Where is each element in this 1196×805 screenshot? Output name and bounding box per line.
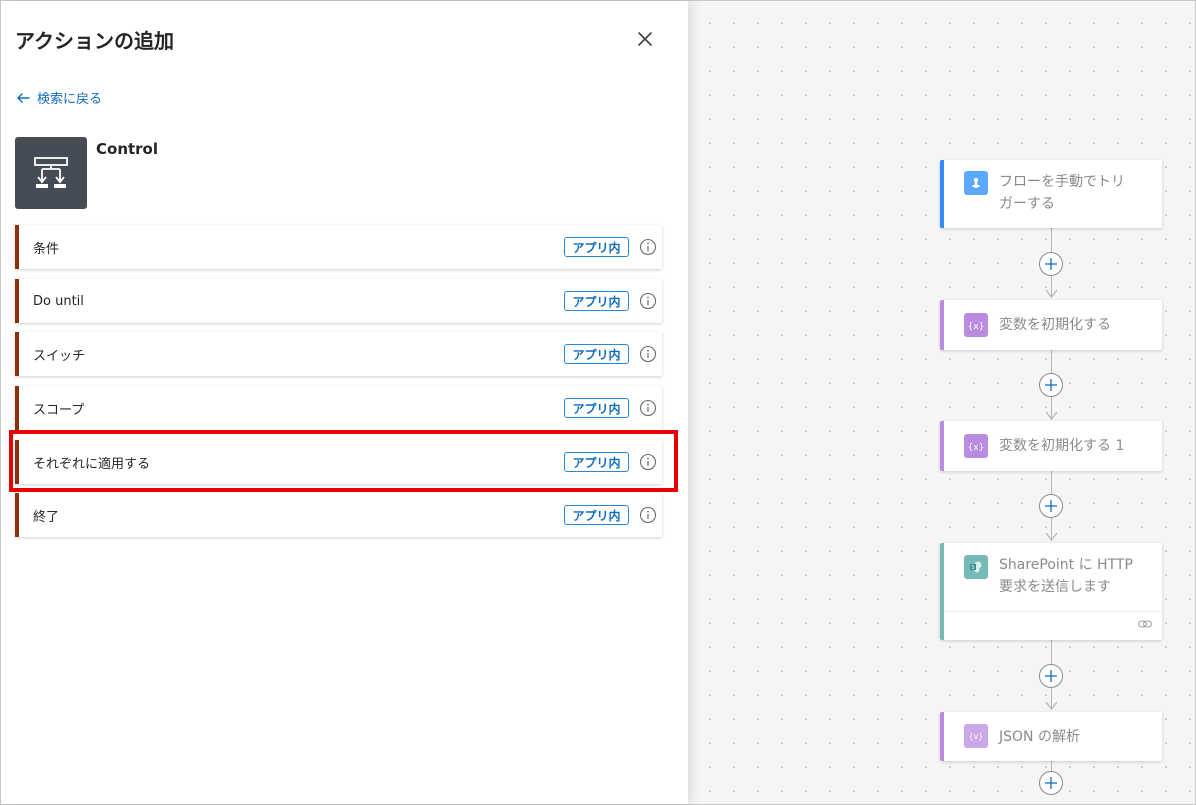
arrow-down-icon: [1045, 411, 1058, 420]
back-to-search-link[interactable]: 検索に戻る: [15, 88, 102, 107]
info-icon[interactable]: [639, 292, 657, 310]
card-divider: [944, 611, 1162, 612]
in-app-badge: アプリ内: [564, 344, 629, 364]
in-app-badge: アプリ内: [564, 452, 629, 472]
card-accent-bar: [940, 712, 944, 761]
in-app-badge: アプリ内: [564, 291, 629, 311]
in-app-badge: アプリ内: [564, 398, 629, 418]
action-label: 条件: [33, 241, 60, 257]
plus-icon: [1045, 777, 1057, 789]
info-icon[interactable]: [639, 238, 657, 256]
manual-trigger-icon: [964, 171, 988, 195]
action-label: スイッチ: [33, 348, 86, 364]
add-action-panel: アクションの追加 検索に戻る Control 条件 アプリ内 Do until …: [1, 1, 688, 804]
flow-canvas: [688, 1, 1195, 804]
connection-link-icon: [1137, 620, 1153, 628]
info-icon[interactable]: [639, 453, 657, 471]
card-accent-bar: [940, 421, 944, 471]
info-icon[interactable]: [639, 345, 657, 363]
step-title: フローを手動でトリ ガーする: [999, 174, 1125, 212]
flow-step-sharepoint-http[interactable]: S SharePoint に HTTP 要求を送信します: [940, 543, 1162, 640]
action-label: 終了: [33, 509, 60, 525]
plus-icon: [1045, 379, 1057, 391]
action-label: それぞれに適用する: [33, 456, 151, 472]
flow-step-parse-json[interactable]: {v} JSON の解析: [940, 712, 1162, 761]
control-connector-icon: [15, 137, 87, 209]
sharepoint-icon: S: [964, 555, 988, 579]
step-title: 変数を初期化する 1: [999, 438, 1125, 454]
step-title: JSON の解析: [999, 729, 1080, 745]
svg-text:{x}: {x}: [968, 443, 985, 453]
info-icon[interactable]: [639, 506, 657, 524]
plus-icon: [1045, 258, 1057, 270]
close-icon: [638, 32, 652, 46]
svg-text:S: S: [971, 565, 974, 571]
in-app-badge: アプリ内: [564, 237, 629, 257]
info-icon[interactable]: [639, 399, 657, 417]
step-title: SharePoint に HTTP 要求を送信します: [999, 557, 1133, 595]
arrow-down-icon: [1045, 289, 1058, 298]
variable-icon: {x}: [964, 313, 988, 337]
variable-icon: {x}: [964, 434, 988, 458]
insert-step-button[interactable]: [1039, 664, 1063, 688]
action-item-switch[interactable]: スイッチ アプリ内: [15, 332, 662, 376]
arrow-down-icon: [1045, 532, 1058, 541]
action-item-scope[interactable]: スコープ アプリ内: [15, 386, 662, 430]
arrow-down-icon: [1045, 701, 1058, 710]
json-parse-icon: {v}: [964, 724, 988, 748]
arrow-left-icon: [17, 92, 30, 103]
close-button[interactable]: [631, 25, 659, 53]
flow-step-init-variable-1[interactable]: {x} 変数を初期化する 1: [940, 421, 1162, 471]
insert-step-button[interactable]: [1039, 494, 1063, 518]
action-label: スコープ: [33, 402, 85, 418]
plus-icon: [1045, 500, 1057, 512]
panel-title: アクションの追加: [15, 29, 174, 53]
action-item-condition[interactable]: 条件 アプリ内: [15, 225, 662, 269]
action-item-do-until[interactable]: Do until アプリ内: [15, 279, 662, 323]
card-accent-bar: [940, 543, 944, 640]
plus-icon: [1045, 670, 1057, 682]
svg-text:{v}: {v}: [969, 732, 984, 741]
connector-name: Control: [96, 140, 159, 158]
back-link-label: 検索に戻る: [37, 92, 103, 107]
card-accent-bar: [940, 300, 944, 350]
card-accent-bar: [940, 160, 944, 228]
insert-step-button[interactable]: [1039, 771, 1063, 795]
flow-step-manual-trigger[interactable]: フローを手動でトリ ガーする: [940, 160, 1162, 228]
insert-step-button[interactable]: [1039, 373, 1063, 397]
action-item-terminate[interactable]: 終了 アプリ内: [15, 493, 662, 537]
in-app-badge: アプリ内: [564, 505, 629, 525]
action-label: Do until: [33, 293, 84, 309]
svg-text:{x}: {x}: [968, 322, 985, 332]
action-item-apply-to-each[interactable]: それぞれに適用する アプリ内: [15, 440, 662, 484]
insert-step-button[interactable]: [1039, 252, 1063, 276]
flow-step-init-variable[interactable]: {x} 変数を初期化する: [940, 300, 1162, 350]
step-title: 変数を初期化する: [999, 317, 1111, 333]
